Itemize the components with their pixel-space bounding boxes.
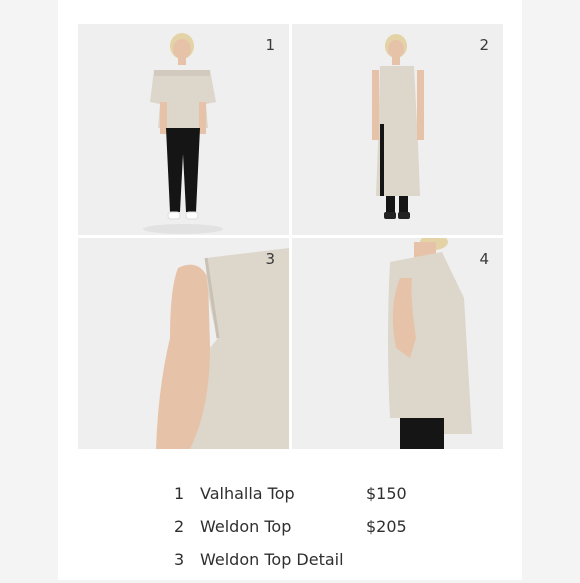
legend-item-name: Weldon Top xyxy=(200,517,292,536)
legend-item-name: Weldon Top Detail xyxy=(200,550,344,569)
legend-row-valhalla: 1 Valhalla Top $150 xyxy=(174,484,474,517)
side-detail-image xyxy=(292,238,503,449)
legend-number: 1 xyxy=(174,484,185,503)
model-figure-1 xyxy=(78,24,289,235)
shoulder-detail-image xyxy=(78,238,289,449)
model-figure-2 xyxy=(292,24,503,235)
price-legend: 1 Valhalla Top $150 2 Weldon Top $205 3 … xyxy=(174,484,474,583)
photo-weldon-top[interactable]: 2 xyxy=(292,24,503,235)
listing-image-panel: 1 2 3 4 1 Valhalla Top $150 2 Weldon Top… xyxy=(58,0,522,580)
photo-valhalla-top[interactable]: 1 xyxy=(78,24,289,235)
legend-item-name: Valhalla Top xyxy=(200,484,295,503)
photo-number-1: 1 xyxy=(265,36,275,54)
legend-row-weldon-detail: 3 Weldon Top Detail xyxy=(174,550,474,583)
legend-item-price: $150 xyxy=(366,484,407,503)
legend-number: 3 xyxy=(174,550,185,569)
photo-weldon-detail[interactable]: 3 xyxy=(78,238,289,449)
photo-number-3: 3 xyxy=(265,250,275,268)
legend-row-weldon: 2 Weldon Top $205 xyxy=(174,517,474,550)
photo-number-4: 4 xyxy=(479,250,489,268)
photo-valhalla-detail[interactable]: 4 xyxy=(292,238,503,449)
legend-number: 2 xyxy=(174,517,185,536)
photo-grid: 1 2 3 4 xyxy=(78,24,504,450)
legend-item-price: $205 xyxy=(366,517,407,536)
photo-number-2: 2 xyxy=(479,36,489,54)
